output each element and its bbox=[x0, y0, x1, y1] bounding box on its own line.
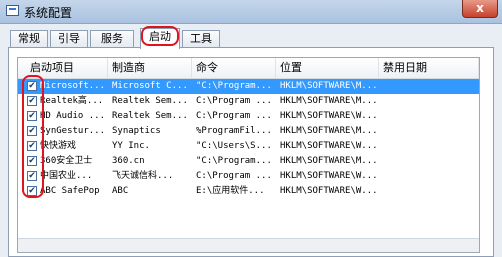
cell-location: HKLM\SOFTWARE\W... bbox=[280, 141, 377, 151]
cell-disabled-date bbox=[383, 79, 477, 94]
cell-item: Microsoft... bbox=[40, 81, 106, 91]
cell-command: "C:\Users\S... bbox=[196, 141, 272, 151]
cell-item: 360安全卫士 bbox=[40, 156, 93, 166]
cell-maker: 360.cn bbox=[112, 156, 145, 166]
cell-item: Realtek高... bbox=[40, 96, 104, 106]
table-row[interactable]: ✔ 中国农业... 飞天诚信科... C:\Program ... HKLM\SOFTW… bbox=[18, 169, 479, 184]
tab-services[interactable]: 服务 bbox=[90, 30, 134, 48]
column-header-maker[interactable]: 制造商 bbox=[108, 58, 192, 78]
tab-annotation-circle bbox=[141, 26, 179, 46]
cell-command: "C:\Program... bbox=[196, 81, 272, 91]
cell-location: HKLM\SOFTWARE\M... bbox=[280, 81, 377, 91]
cell-item: SynGestur... bbox=[40, 126, 106, 136]
cell-command: %ProgramFil... bbox=[196, 126, 272, 136]
list-header: 启动项目 制造商 命令 位置 禁用日期 bbox=[18, 58, 479, 79]
cell-maker: Microsoft C... bbox=[112, 81, 188, 91]
column-header-disabled-date[interactable]: 禁用日期 bbox=[379, 58, 479, 78]
system-config-icon bbox=[6, 5, 19, 16]
cell-disabled-date bbox=[383, 109, 477, 124]
table-row[interactable]: ✔ 快快游戏 YY Inc. "C:\Users\S... HKLM\SOFTWARE\… bbox=[18, 139, 479, 154]
startup-list[interactable]: 启动项目 制造商 命令 位置 禁用日期 ✔ Microsoft... Microso… bbox=[17, 57, 480, 253]
cell-location: HKLM\SOFTWARE\M... bbox=[280, 126, 377, 136]
cell-disabled-date bbox=[383, 169, 477, 184]
cell-command: "C:\Program... bbox=[196, 156, 272, 166]
tab-general[interactable]: 常规 bbox=[10, 30, 48, 48]
column-header-command[interactable]: 命令 bbox=[192, 58, 276, 78]
cell-command: C:\Program ... bbox=[196, 111, 272, 121]
table-row[interactable]: ✔ HD Audio ... Realtek Sem... C:\Program ..… bbox=[18, 109, 479, 124]
cell-maker: Synaptics bbox=[112, 126, 161, 136]
cell-disabled-date bbox=[383, 139, 477, 154]
cell-item: HD Audio ... bbox=[40, 111, 106, 121]
cell-command: E:\应用软件... bbox=[196, 186, 265, 196]
window-title: 系统配置 bbox=[24, 6, 73, 20]
cell-maker: ABC bbox=[112, 186, 129, 196]
cell-location: HKLM\SOFTWARE\W... bbox=[280, 171, 377, 181]
cell-command: C:\Program ... bbox=[196, 171, 272, 181]
cell-maker: Realtek Sem... bbox=[112, 96, 188, 106]
cell-location: HKLM\SOFTWARE\W... bbox=[280, 111, 377, 121]
checkbox-annotation-circle bbox=[22, 75, 44, 198]
column-header-location[interactable]: 位置 bbox=[276, 58, 379, 78]
tab-tools[interactable]: 工具 bbox=[182, 30, 220, 48]
horizontal-scrollbar[interactable] bbox=[18, 238, 479, 252]
table-row[interactable]: ✔ ABC SafePop ABC E:\应用软件... HKLM\SOFTWARE\W… bbox=[18, 184, 479, 199]
cell-maker: 飞天诚信科... bbox=[112, 171, 174, 181]
cell-maker: Realtek Sem... bbox=[112, 111, 188, 121]
cell-location: HKLM\SOFTWARE\W... bbox=[280, 186, 377, 196]
cell-disabled-date bbox=[383, 124, 477, 139]
title-bar: 系统配置 x bbox=[0, 0, 502, 24]
table-row[interactable]: ✔ SynGestur... Synaptics %ProgramFil... HKLM… bbox=[18, 124, 479, 139]
table-row[interactable]: ✔ 360安全卫士 360.cn "C:\Program... HKLM\SOFTWAR… bbox=[18, 154, 479, 169]
cell-location: HKLM\SOFTWARE\M... bbox=[280, 96, 377, 106]
table-row[interactable]: ✔ Microsoft... Microsoft C... "C:\Program..… bbox=[18, 79, 479, 94]
cell-command: C:\Program ... bbox=[196, 96, 272, 106]
cell-maker: YY Inc. bbox=[112, 141, 150, 151]
cell-disabled-date bbox=[383, 94, 477, 109]
cell-location: HKLM\SOFTWARE\M... bbox=[280, 156, 377, 166]
cell-disabled-date bbox=[383, 154, 477, 169]
tab-boot[interactable]: 引导 bbox=[50, 30, 88, 48]
cell-item: 中国农业... bbox=[40, 171, 93, 181]
cell-disabled-date bbox=[383, 184, 477, 199]
close-button[interactable]: x bbox=[462, 0, 498, 18]
cell-item: 快快游戏 bbox=[40, 141, 77, 151]
cell-item: ABC SafePop bbox=[40, 186, 100, 196]
table-row[interactable]: ✔ Realtek高... Realtek Sem... C:\Program ...… bbox=[18, 94, 479, 109]
